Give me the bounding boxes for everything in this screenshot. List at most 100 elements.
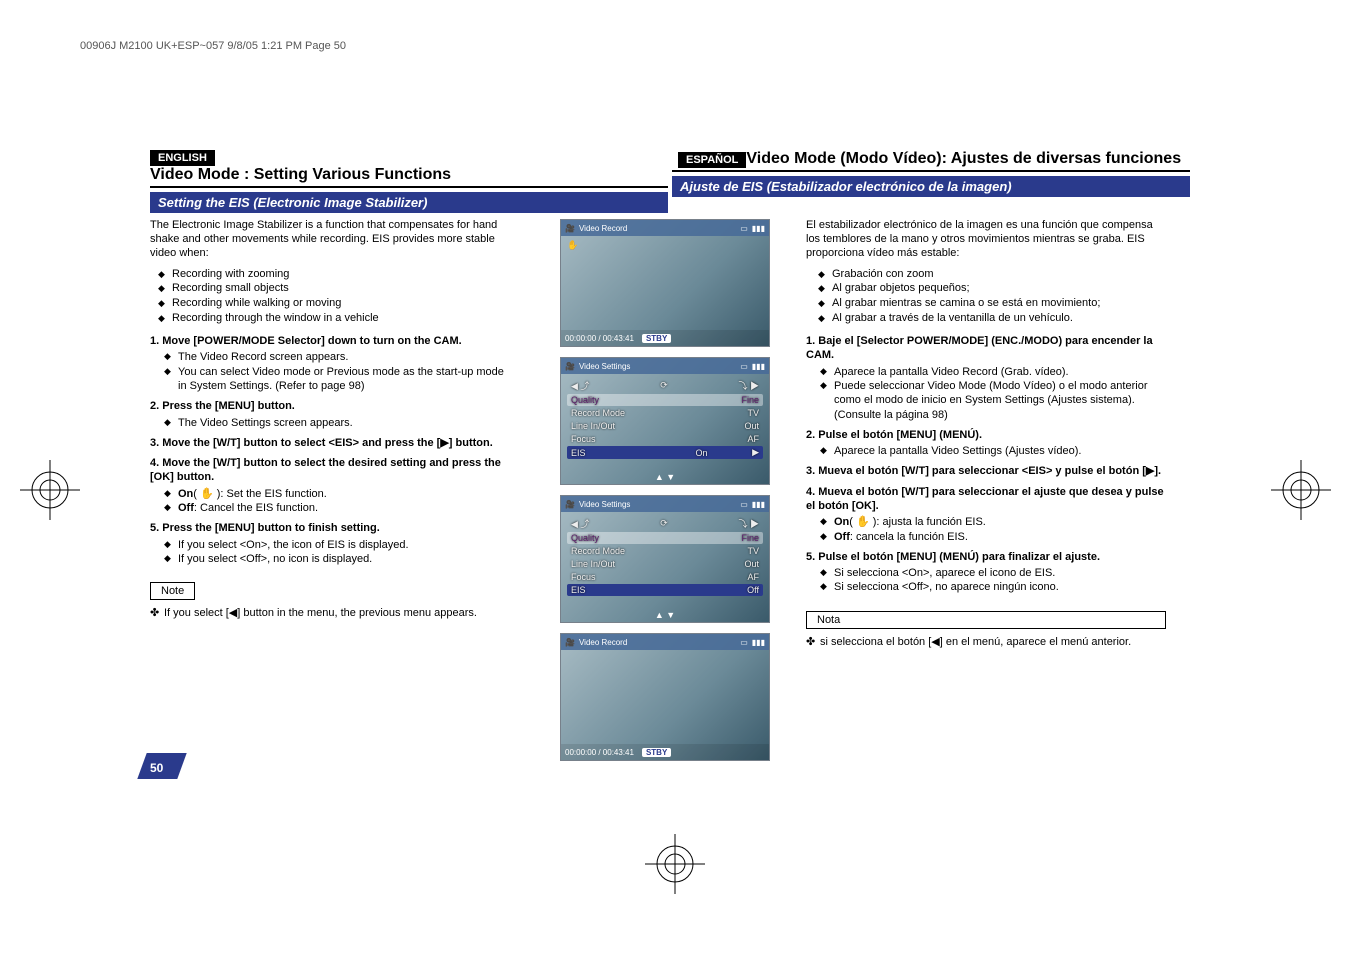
menu-row-quality: QualityFine xyxy=(567,532,763,544)
timestamp-text: 00:00:00 / 00:43:41 xyxy=(565,748,634,757)
screenshot-column: 1 🎥 Video Record ▭ ▮▮▮ ✋ 00:00:00 / 00:4… xyxy=(518,219,798,771)
card-icon: ▭ xyxy=(740,362,748,371)
bullet: Al grabar objetos pequeños; xyxy=(832,281,1166,296)
right-section-bar: Ajuste de EIS (Estabilizador electrónico… xyxy=(672,176,1190,197)
left-title-row: ENGLISH Video Mode : Setting Various Fun… xyxy=(150,150,668,188)
sub-bullet: Si selecciona <On>, aparece el icono de … xyxy=(834,566,1166,580)
sub-bullet: If you select <Off>, no icon is displaye… xyxy=(178,552,510,566)
registration-mark-icon xyxy=(1271,460,1331,520)
hand-eis-icon: ✋ xyxy=(567,240,578,251)
battery-icon: ▮▮▮ xyxy=(752,362,765,371)
bullet: Recording while walking or moving xyxy=(172,296,510,311)
step-num: 4. xyxy=(806,486,815,498)
step-title: Press the [MENU] button. xyxy=(162,400,295,412)
screenshot-4: 4 🎥 Video Settings ▭ ▮▮▮ ◀ ⤴⟳⤵ ▶ Quality… xyxy=(560,495,770,623)
note-label-box: Nota xyxy=(806,611,1166,629)
camcorder-icon: 🎥 xyxy=(565,500,575,509)
print-header: 00906J M2100 UK+ESP~057 9/8/05 1:21 PM P… xyxy=(80,40,346,52)
right-body: El estabilizador electrónico de la image… xyxy=(806,219,1166,771)
right-title-row: ESPAÑOL Video Mode (Modo Vídeo): Ajustes… xyxy=(672,150,1190,172)
sub-bullet: On( ✋ ): Set the EIS function. xyxy=(178,487,510,501)
bullet: Recording with zooming xyxy=(172,267,510,282)
step-title: Move the [W/T] button to select the desi… xyxy=(150,457,501,483)
step-num: 3. xyxy=(806,465,815,477)
registration-mark-icon xyxy=(645,834,705,894)
nav-arrows-icon: ▲ ▼ xyxy=(655,610,675,620)
card-icon: ▭ xyxy=(740,224,748,233)
left-section-bar: Setting the EIS (Electronic Image Stabil… xyxy=(150,192,668,213)
timestamp-text: 00:00:00 / 00:43:41 xyxy=(565,334,634,343)
note-text: si selecciona el botón [◀] en el menú, a… xyxy=(806,635,1166,649)
step-title: Move the [W/T] button to select <EIS> an… xyxy=(162,437,493,449)
menu-row-quality: QualityFine xyxy=(567,394,763,406)
screen-title: Video Settings xyxy=(579,500,630,509)
step-title: Press the [MENU] button to finish settin… xyxy=(162,522,380,534)
menu-row-record-mode: Record ModeTV xyxy=(567,407,763,419)
sub-bullet: You can select Video mode or Previous mo… xyxy=(178,365,510,394)
stby-tag: STBY xyxy=(642,334,671,343)
screenshot-5: 5 🎥 Video Record ▭ ▮▮▮ 00:00:00 / 00:43:… xyxy=(560,633,770,761)
card-icon: ▭ xyxy=(740,500,748,509)
bullet: Al grabar a través de la ventanilla de u… xyxy=(832,311,1166,326)
note-text: If you select [◀] button in the menu, th… xyxy=(150,606,510,620)
registration-mark-icon xyxy=(20,460,80,520)
left-body: The Electronic Image Stabilizer is a fun… xyxy=(150,219,510,771)
menu-row-record-mode: Record ModeTV xyxy=(567,545,763,557)
screenshot-3: 3 🎥 Video Settings ▭ ▮▮▮ ◀ ⤴⟳⤵ ▶ Quality… xyxy=(560,357,770,485)
bullet: Al grabar mientras se camina o se está e… xyxy=(832,296,1166,311)
battery-icon: ▮▮▮ xyxy=(752,500,765,509)
step-num: 3. xyxy=(150,437,159,449)
battery-icon: ▮▮▮ xyxy=(752,638,765,647)
screen-title: Video Settings xyxy=(579,362,630,371)
left-intro-bullets: Recording with zooming Recording small o… xyxy=(150,267,510,326)
menu-row-focus: FocusAF xyxy=(567,433,763,445)
camcorder-icon: 🎥 xyxy=(565,224,575,233)
step-num: 1. xyxy=(150,335,159,347)
sub-bullet: If you select <On>, the icon of EIS is d… xyxy=(178,538,510,552)
chevron-right-icon: ▶ xyxy=(752,447,759,458)
step-num: 1. xyxy=(806,335,815,347)
left-steps: 1. Move [POWER/MODE Selector] down to tu… xyxy=(150,334,510,566)
step-title: Mueva el botón [W/T] para seleccionar <E… xyxy=(818,465,1161,477)
step-num: 2. xyxy=(150,400,159,412)
sub-bullet: Aparece la pantalla Video Record (Grab. … xyxy=(834,365,1166,379)
card-icon: ▭ xyxy=(740,638,748,647)
step-title: Baje el [Selector POWER/MODE] (ENC./MODO… xyxy=(806,335,1153,361)
lang-tag-spanish: ESPAÑOL xyxy=(678,152,746,168)
menu-row-eis-selected: EISOff xyxy=(567,584,763,596)
battery-icon: ▮▮▮ xyxy=(752,224,765,233)
bullet: Recording through the window in a vehicl… xyxy=(172,311,510,326)
step-title: Pulse el botón [MENU] (MENÚ) para finali… xyxy=(818,551,1100,563)
left-title: Video Mode : Setting Various Functions xyxy=(150,166,451,184)
note-label-box: Note xyxy=(150,582,195,600)
stby-tag: STBY xyxy=(642,748,671,757)
nav-arrows-icon: ▲ ▼ xyxy=(655,472,675,482)
step-num: 4. xyxy=(150,457,159,469)
lang-tag-english: ENGLISH xyxy=(150,150,215,166)
step-num: 5. xyxy=(150,522,159,534)
right-title: Video Mode (Modo Vídeo): Ajustes de dive… xyxy=(746,150,1190,168)
right-steps: 1. Baje el [Selector POWER/MODE] (ENC./M… xyxy=(806,334,1166,601)
bullet: Grabación con zoom xyxy=(832,267,1166,282)
sub-bullet: On( ✋ ): ajusta la función EIS. xyxy=(834,515,1166,529)
page-number: 50 xyxy=(150,761,163,775)
screen-title: Video Record xyxy=(579,224,627,233)
sub-bullet: Puede seleccionar Video Mode (Modo Vídeo… xyxy=(834,379,1166,422)
step-title: Pulse el botón [MENU] (MENÚ). xyxy=(818,429,982,441)
sub-bullet: The Video Record screen appears. xyxy=(178,350,510,364)
menu-row-focus: FocusAF xyxy=(567,571,763,583)
step-title: Mueva el botón [W/T] para seleccionar el… xyxy=(806,486,1164,512)
right-intro-bullets: Grabación con zoom Al grabar objetos peq… xyxy=(810,267,1166,326)
manual-page: 00906J M2100 UK+ESP~057 9/8/05 1:21 PM P… xyxy=(0,0,1351,954)
menu-row-eis-selected: EISOn ▶ xyxy=(567,446,763,459)
step-title: Move [POWER/MODE Selector] down to turn … xyxy=(162,335,461,347)
sub-bullet: Off: cancela la función EIS. xyxy=(834,530,1166,544)
sub-bullet: Aparece la pantalla Video Settings (Ajus… xyxy=(834,444,1166,458)
right-intro: El estabilizador electrónico de la image… xyxy=(806,219,1166,260)
menu-row-line: Line In/OutOut xyxy=(567,558,763,570)
content-area: ENGLISH Video Mode : Setting Various Fun… xyxy=(150,150,1190,771)
sub-bullet: Si selecciona <Off>, no aparece ningún i… xyxy=(834,580,1166,594)
screen-title: Video Record xyxy=(579,638,627,647)
step-num: 2. xyxy=(806,429,815,441)
camcorder-icon: 🎥 xyxy=(565,362,575,371)
